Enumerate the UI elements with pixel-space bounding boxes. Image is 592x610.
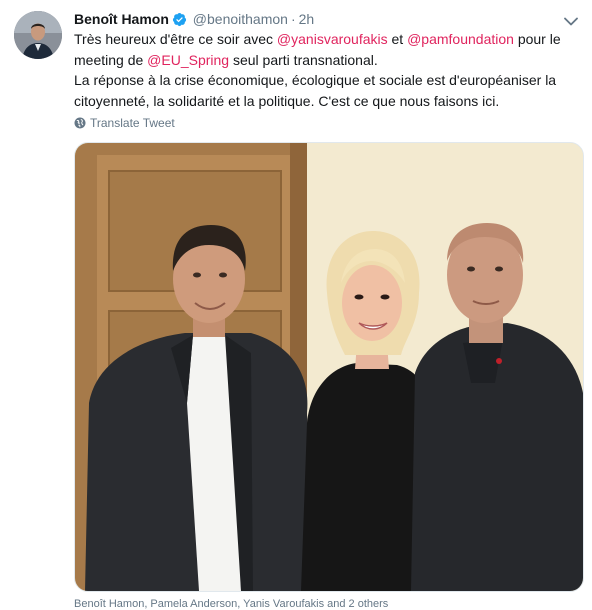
tweet-text-paragraph: La réponse à la crise économique, écolog… xyxy=(74,72,557,109)
tweet-header: Benoît Hamon @benoithamon · 2h xyxy=(74,10,314,31)
separator-dot: · xyxy=(290,11,296,27)
translate-tweet-link[interactable]: Translate Tweet xyxy=(74,116,175,130)
tweet-card: Benoît Hamon @benoithamon · 2h Très heureu… xyxy=(0,0,592,610)
tweet-timestamp[interactable]: 2h xyxy=(299,11,315,27)
mention-eu-spring[interactable]: @EU_Spring xyxy=(147,52,229,68)
translate-label: Translate Tweet xyxy=(90,116,175,130)
avatar[interactable] xyxy=(14,11,62,59)
chevron-down-icon[interactable] xyxy=(562,12,580,30)
mention-pamfoundation[interactable]: @pamfoundation xyxy=(407,31,514,47)
photo-tags[interactable]: Benoît Hamon, Pamela Anderson, Yanis Var… xyxy=(74,598,388,610)
photo-image xyxy=(75,143,583,591)
tweet-text-part: Très heureux d'être ce soir avec xyxy=(74,31,277,47)
tweet-text-part: et xyxy=(387,31,408,47)
author-handle[interactable]: @benoithamon xyxy=(193,11,288,27)
tweet-text: Très heureux d'être ce soir avec @yanisv… xyxy=(74,29,584,111)
globe-icon xyxy=(74,117,86,129)
author-name[interactable]: Benoît Hamon xyxy=(74,11,169,27)
tweet-photo[interactable] xyxy=(74,142,584,592)
tweet-text-part: seul parti transnational. xyxy=(229,51,378,68)
avatar-image xyxy=(14,11,62,59)
mention-yanisvaroufakis[interactable]: @yanisvaroufakis xyxy=(277,31,388,47)
